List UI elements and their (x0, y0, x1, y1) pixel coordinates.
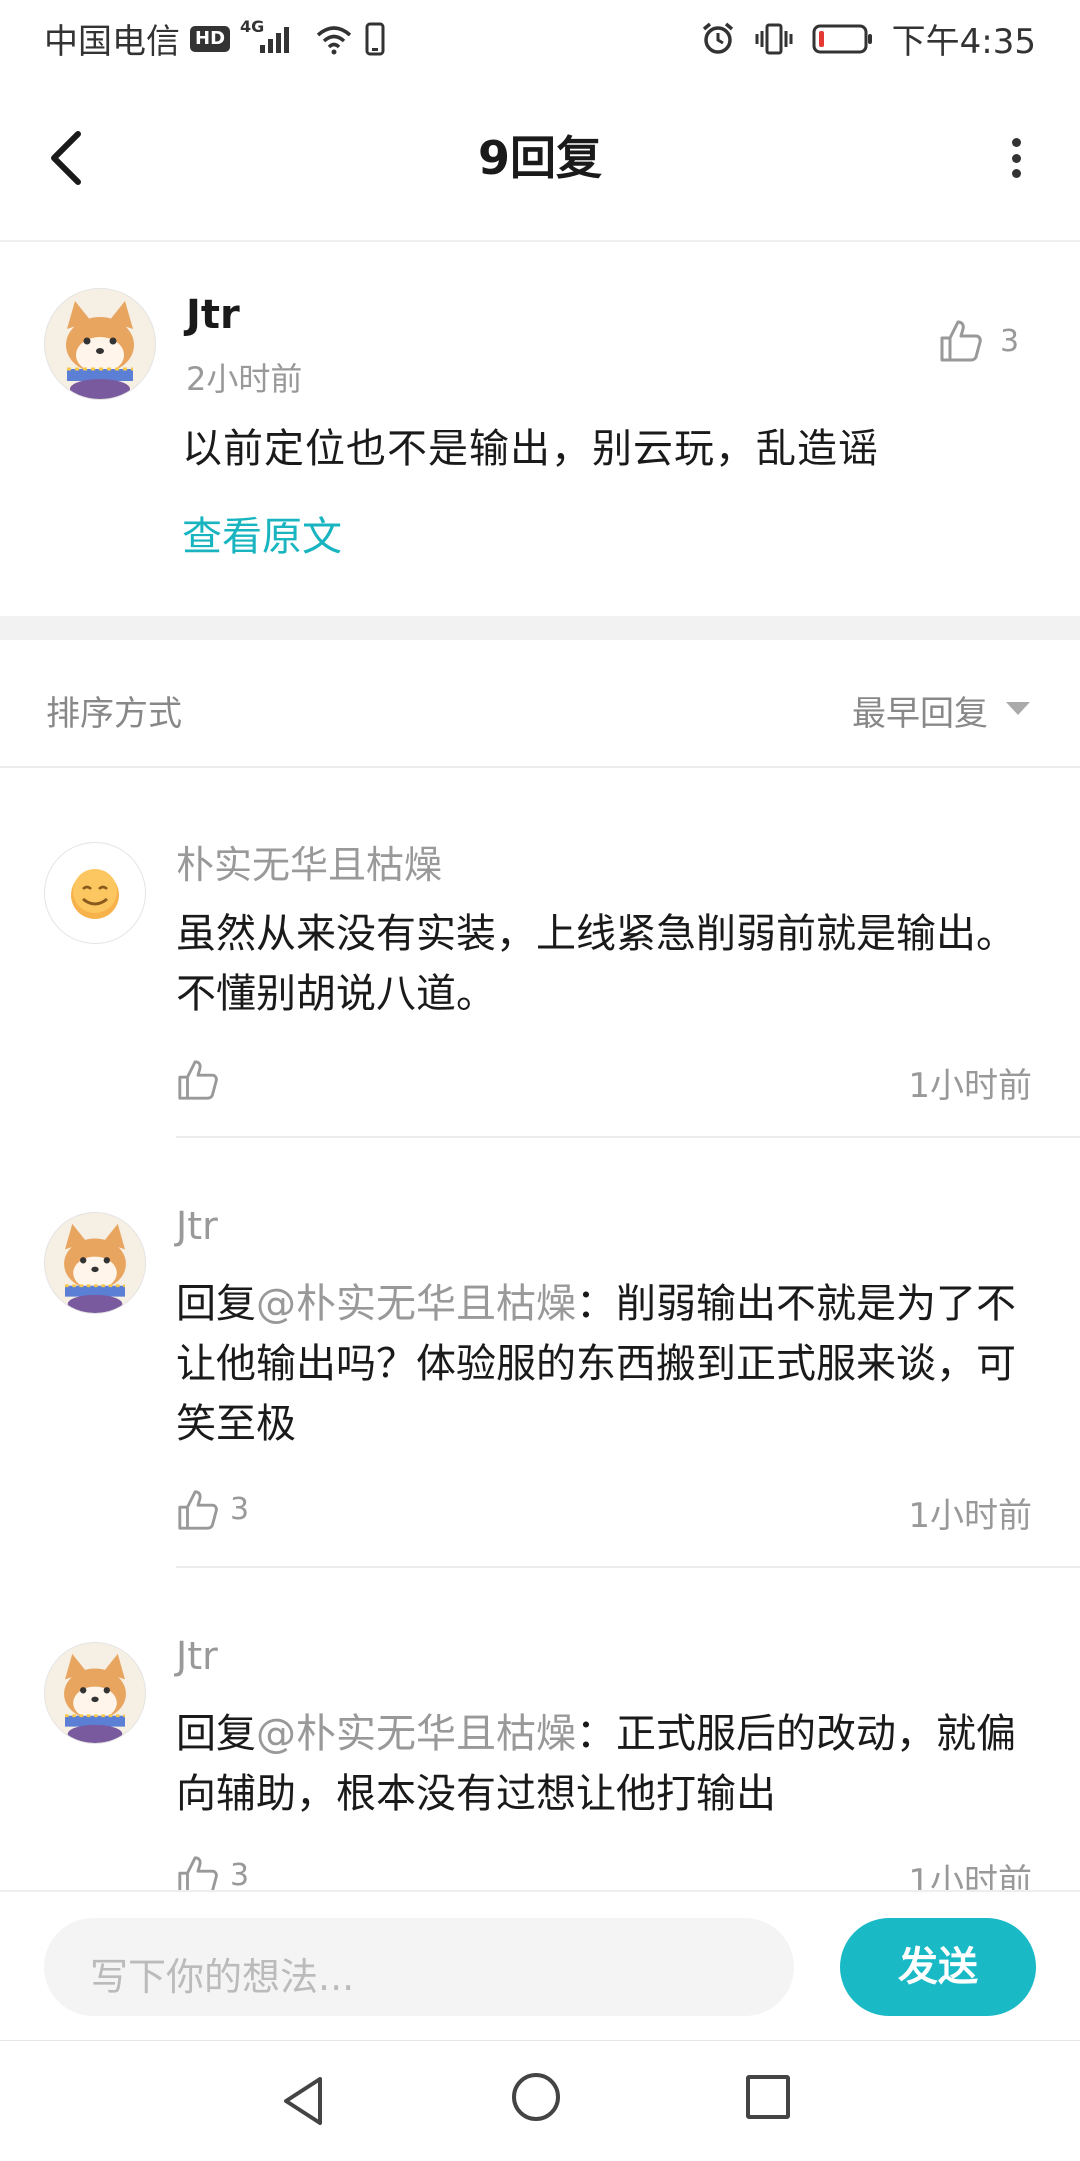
reply-time: 1小时前 (908, 1066, 1032, 1106)
comment-time: 2小时前 (186, 360, 303, 398)
reply-text: 虽然从来没有实装，上线紧急削弱前就是输出。不懂别胡说八道。 (176, 911, 1016, 1017)
section-divider (0, 616, 1080, 640)
shiba-avatar-icon (45, 289, 155, 399)
like-count: 3 (1000, 324, 1020, 359)
like-count: 3 (230, 1492, 250, 1527)
header: 9回复 (0, 76, 1080, 242)
smiley-avatar-icon (45, 843, 145, 943)
vibrate-icon (755, 23, 793, 54)
avatar[interactable] (44, 842, 146, 944)
sort-dropdown[interactable]: 最早回复 (852, 686, 988, 735)
signal-icon: 4G (240, 17, 304, 55)
reply-author[interactable]: 朴实无华且枯燥 (176, 834, 442, 889)
input-placeholder: 写下你的想法... (90, 1955, 355, 1999)
more-options-button[interactable] (1010, 138, 1022, 178)
nav-back-button[interactable] (280, 2075, 326, 2131)
thumbs-up-icon (178, 1060, 218, 1100)
hd-icon: HD (190, 25, 231, 52)
divider (176, 1566, 1080, 1568)
mention-link[interactable]: @朴实无华且枯燥 (256, 1281, 576, 1327)
alarm-icon (702, 22, 733, 54)
status-right: 下午4:35 (700, 14, 1036, 63)
network-type-label: 4G (240, 16, 265, 36)
avatar[interactable] (44, 1642, 146, 1744)
page-title: 9回复 (477, 131, 602, 185)
mention-link[interactable]: @朴实无华且枯燥 (256, 1711, 576, 1757)
sort-bar: 排序方式 最早回复 (0, 640, 1080, 768)
status-left: 中国电信 HD 4G (44, 14, 386, 63)
system-nav-bar (0, 2040, 1080, 2161)
avatar[interactable] (44, 288, 156, 400)
caret-down-icon[interactable] (1006, 702, 1030, 715)
shiba-avatar-icon (45, 1643, 145, 1743)
shiba-avatar-icon (45, 1213, 145, 1313)
carrier-label: 中国电信 (44, 22, 180, 62)
divider (176, 1136, 1080, 1138)
phone-icon (365, 22, 385, 55)
nav-home-button[interactable] (512, 2073, 560, 2121)
reply-prefix: 回复 (176, 1711, 256, 1757)
status-bar: 中国电信 HD 4G 下午4:35 (0, 0, 1080, 76)
reply-text: 回复@朴实无华且枯燥：削弱输出不就是为了不让他输出吗？体验服的东西搬到正式服来谈… (176, 1274, 1036, 1454)
more-dot-icon (1011, 138, 1021, 147)
comment-input-bar: 写下你的想法... 发送 (0, 1890, 1080, 2042)
like-button[interactable] (176, 1488, 220, 1532)
reply-time: 1小时前 (908, 1496, 1032, 1536)
reply-author[interactable]: Jtr (176, 1634, 218, 1678)
wifi-icon (316, 25, 352, 54)
reply-prefix: 回复 (176, 1281, 256, 1327)
send-button[interactable]: 发送 (840, 1918, 1036, 2016)
like-count: 3 (230, 1858, 250, 1893)
comment-text: 以前定位也不是输出，别云玩，乱造谣 (182, 426, 879, 472)
more-dot-icon (1011, 169, 1021, 178)
more-dot-icon (1011, 153, 1021, 163)
reply-author[interactable]: Jtr (176, 1204, 218, 1248)
comment-input[interactable]: 写下你的想法... (44, 1918, 794, 2016)
clock-label: 下午4:35 (891, 22, 1036, 62)
like-button[interactable] (938, 318, 984, 364)
nav-recent-button[interactable] (746, 2075, 790, 2119)
triangle-back-icon (284, 2077, 322, 2125)
sort-label: 排序方式 (46, 694, 182, 734)
thumbs-up-icon (940, 320, 982, 362)
avatar[interactable] (44, 1212, 146, 1314)
view-original-link[interactable]: 查看原文 (182, 504, 342, 562)
thumbs-up-icon (178, 1490, 218, 1530)
comment-author[interactable]: Jtr (186, 292, 240, 338)
reply-text: 回复@朴实无华且枯燥：正式服后的改动，就偏向辅助，根本没有过想让他打输出 (176, 1704, 1036, 1824)
battery-icon (812, 24, 872, 53)
like-button[interactable] (176, 1058, 220, 1102)
